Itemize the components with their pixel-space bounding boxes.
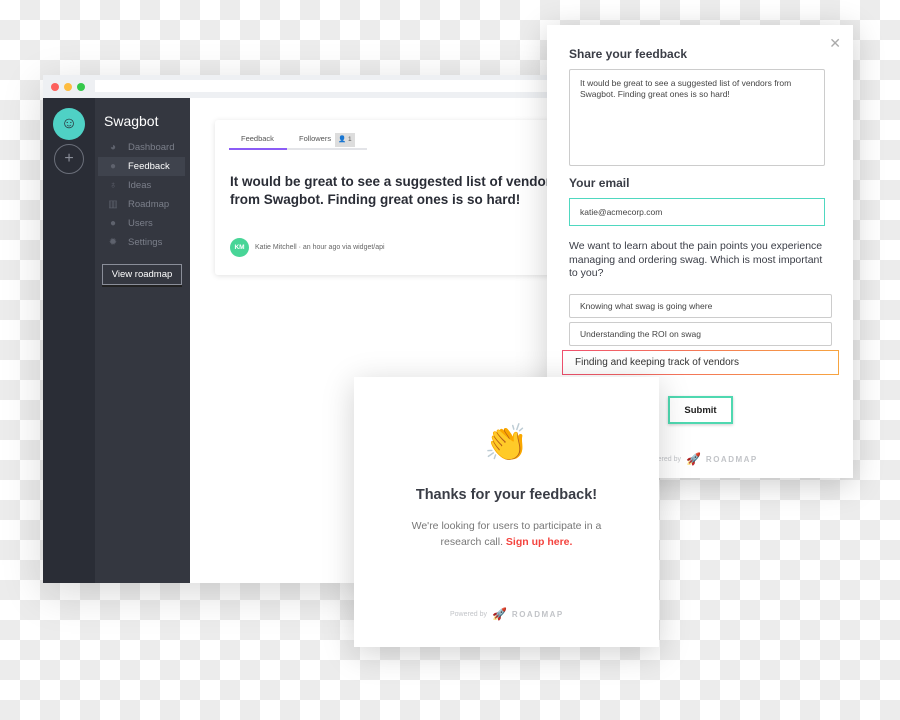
option-roi[interactable]: Understanding the ROI on swag [569,322,832,346]
powered-by[interactable]: Powered by 🚀 ROADMAP [450,607,564,621]
thanks-text: We're looking for users to participate i… [394,518,619,550]
app-rail: ☺ + [43,98,95,583]
sidebar-item-ideas[interactable]: ♁ Ideas [98,176,185,195]
sidebar: Swagbot ◕ Dashboard ● Feedback ♁ Ideas ▥ Roa… [95,98,190,583]
sidebar-item-users[interactable]: ● Users [98,214,185,233]
email-field[interactable]: katie@acmecorp.com [569,198,825,226]
thanks-title: Thanks for your feedback! [415,487,598,503]
followers-count: 1 [348,136,352,143]
sidebar-item-roadmap[interactable]: ▥ Roadmap [98,195,185,214]
sign-up-link[interactable]: Sign up here. [506,536,573,548]
pie-chart-icon: ◕ [109,142,117,153]
tab-bar: Feedback Followers 👤 1 [229,130,367,150]
user-icon: ● [109,218,117,229]
user-icon: 👤 [338,136,347,143]
sidebar-item-label: Roadmap [128,199,170,210]
survey-question: We want to learn about the pain points y… [569,240,823,279]
close-window-button[interactable] [51,83,59,91]
sidebar-item-label: Feedback [128,161,170,172]
feedback-title: It would be great to see a suggested lis… [230,174,559,207]
modal-title: Share your feedback [569,47,688,61]
lightbulb-icon: ♁ [109,180,117,191]
powered-by[interactable]: Powered by 🚀 ROADMAP [644,452,758,466]
rocket-icon: 🚀 [685,452,701,466]
sidebar-item-label: Users [128,218,153,229]
clapping-hands-icon: 👏 [484,422,529,463]
avatar: KM [230,238,249,257]
email-label: Your email [569,176,630,190]
tab-followers[interactable]: Followers 👤 1 [287,130,367,148]
view-roadmap-button[interactable]: View roadmap [102,264,182,285]
close-icon[interactable]: ✕ [829,35,841,52]
thanks-card: 👏 Thanks for your feedback! We're lookin… [354,377,659,647]
sidebar-item-label: Ideas [128,180,152,191]
chat-bubbles-icon: ● [109,161,117,172]
app-name: Swagbot [104,113,159,129]
feedback-card: Feedback Followers 👤 1 It would be great … [215,120,563,275]
option-vendors-selected[interactable]: Finding and keeping track of vendors [562,350,839,375]
robot-icon[interactable]: ☺ [53,108,85,140]
tab-feedback[interactable]: Feedback [229,130,287,150]
plus-icon[interactable]: + [54,144,84,174]
maximize-window-button[interactable] [77,83,85,91]
timestamp: · an hour ago via widget/api [296,244,385,251]
minimize-window-button[interactable] [64,83,72,91]
powered-by-text: Powered by [450,610,487,618]
sidebar-item-label: Settings [128,237,163,248]
roadmap-brand: ROADMAP [705,454,758,464]
rocket-icon: 🚀 [491,607,507,621]
map-icon: ▥ [108,199,118,210]
sidebar-item-dashboard[interactable]: ◕ Dashboard [98,138,185,157]
sidebar-item-settings[interactable]: ✹ Settings [98,233,185,252]
author-name[interactable]: Katie Mitchell [255,244,297,251]
followers-badge: 👤 1 [335,133,355,147]
submit-button[interactable]: Submit [668,396,733,424]
sidebar-item-label: Dashboard [128,142,175,153]
feedback-textarea[interactable]: It would be great to see a suggested lis… [569,69,825,166]
address-bar[interactable] [95,80,563,92]
feedback-meta: Katie Mitchell · an hour ago via widget/… [255,244,385,251]
tab-label: Followers [299,134,332,143]
roadmap-brand: ROADMAP [511,609,564,619]
gear-icon: ✹ [108,237,118,248]
title-bar [43,75,563,98]
option-swag-tracking[interactable]: Knowing what swag is going where [569,294,832,318]
sidebar-item-feedback[interactable]: ● Feedback [98,157,185,176]
